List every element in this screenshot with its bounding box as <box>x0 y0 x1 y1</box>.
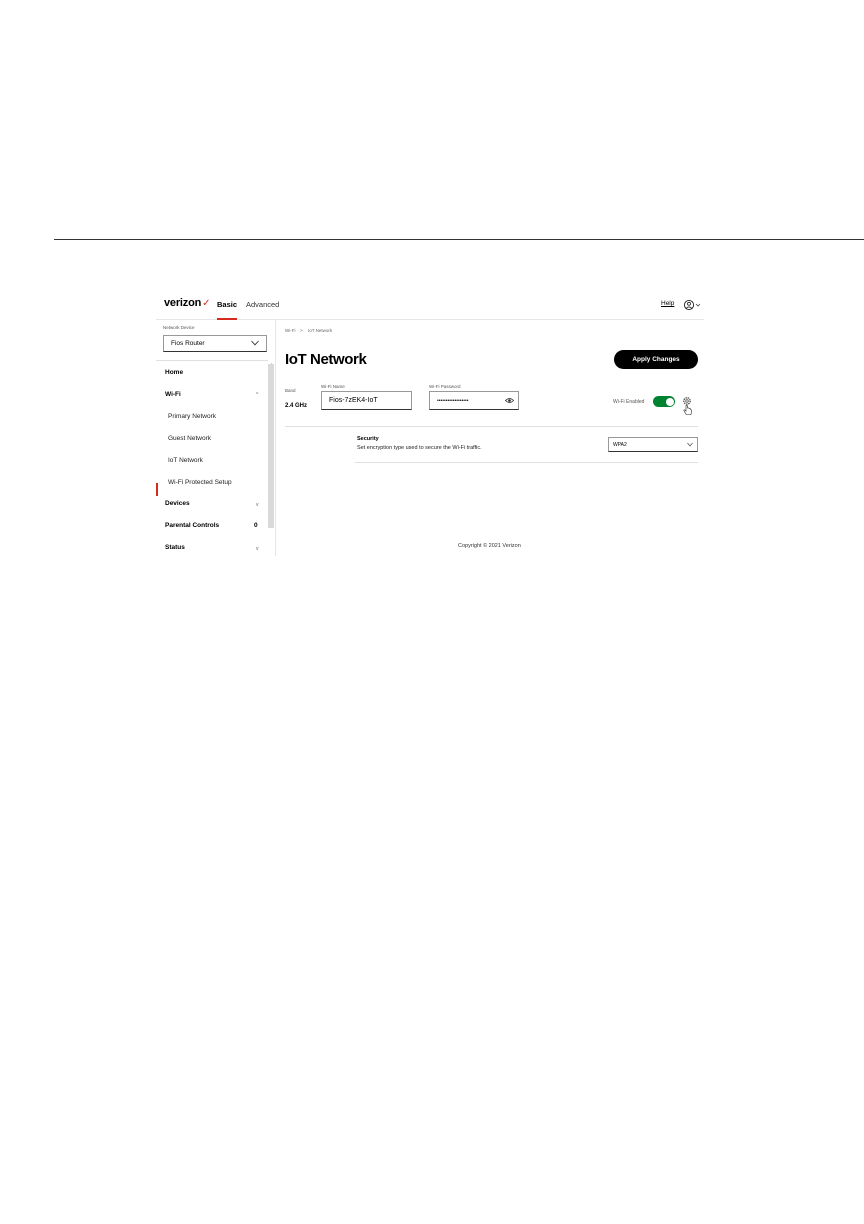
breadcrumb-separator: > <box>300 328 303 333</box>
wifi-password-input[interactable]: •••••••••••••••••• <box>429 391 519 410</box>
verizon-logo[interactable]: verizon✓ <box>164 297 211 309</box>
sidebar-item-iot-network[interactable]: IoT Network <box>168 457 203 464</box>
help-link[interactable]: Help <box>661 300 674 307</box>
row-divider <box>285 426 698 427</box>
security-description: Set encryption type used to secure the W… <box>357 445 482 451</box>
network-device-label: Network Device <box>163 325 195 330</box>
wifi-name-input[interactable]: Fios-7zEK4-IoT <box>321 391 412 410</box>
active-item-indicator <box>156 483 158 496</box>
wifi-name-value: Fios-7zEK4-IoT <box>329 397 378 404</box>
sidebar-divider <box>156 360 268 361</box>
chevron-down-icon[interactable]: v <box>256 546 259 552</box>
apply-changes-button[interactable]: Apply Changes <box>614 350 698 369</box>
security-select[interactable]: WPA2 <box>608 437 698 452</box>
sidebar-item-wifi-protected-setup[interactable]: Wi-Fi Protected Setup <box>168 479 232 486</box>
chevron-down-icon <box>251 340 259 346</box>
wifi-name-label: Wi-Fi Name <box>321 384 345 389</box>
sidebar-border <box>275 320 276 556</box>
sidebar-item-home[interactable]: Home <box>165 369 183 376</box>
logo-text: verizon <box>164 297 202 309</box>
band-value: 2.4 GHz <box>285 403 308 409</box>
chevron-up-icon[interactable]: ^ <box>256 392 258 398</box>
wifi-password-value: •••••••••••••••••• <box>437 398 469 404</box>
user-circle-icon[interactable] <box>683 299 703 311</box>
sidebar-item-devices[interactable]: Devices <box>165 500 190 507</box>
sidebar-item-primary-network[interactable]: Primary Network <box>168 413 216 420</box>
page-title: IoT Network <box>285 351 367 368</box>
wifi-password-label: Wi-Fi Password <box>429 384 461 389</box>
sidebar-item-wifi[interactable]: Wi-Fi <box>165 391 181 398</box>
breadcrumb-wifi[interactable]: Wi-Fi <box>285 328 296 333</box>
band-label: Band <box>285 388 296 393</box>
wifi-enabled-toggle[interactable] <box>653 396 675 407</box>
copyright-text: Copyright © 2021 Verizon <box>458 543 521 549</box>
tab-advanced[interactable]: Advanced <box>246 300 279 309</box>
page-divider <box>54 239 864 240</box>
network-device-value: Fios Router <box>171 340 205 347</box>
parental-controls-count: 0 <box>254 522 258 529</box>
eye-icon[interactable] <box>505 397 514 404</box>
wifi-enabled-label: Wi-Fi Enabled <box>613 399 645 405</box>
pointer-hand-cursor-icon <box>683 404 692 415</box>
logo-check-mark: ✓ <box>202 298 211 309</box>
security-value: WPA2 <box>613 442 627 448</box>
security-title: Security <box>357 436 379 442</box>
sidebar: Network Device Fios Router Home Wi-Fi ^ … <box>156 320 275 556</box>
sidebar-item-parental-controls[interactable]: Parental Controls <box>165 522 219 529</box>
network-device-select[interactable]: Fios Router <box>163 335 267 352</box>
router-ui-screenshot: verizon✓ Basic Advanced Help Network Dev… <box>156 292 704 556</box>
chevron-down-icon <box>687 442 693 447</box>
breadcrumb-current: IoT Network <box>308 328 333 333</box>
toggle-knob <box>665 397 674 406</box>
chevron-down-icon[interactable]: v <box>256 502 259 508</box>
sidebar-item-guest-network[interactable]: Guest Network <box>168 435 211 442</box>
row-divider <box>355 462 698 463</box>
tab-basic[interactable]: Basic <box>217 300 238 320</box>
sidebar-item-status[interactable]: Status <box>165 544 185 551</box>
top-nav-bar: verizon✓ Basic Advanced Help <box>156 292 704 320</box>
sidebar-scrollbar[interactable] <box>268 364 274 528</box>
